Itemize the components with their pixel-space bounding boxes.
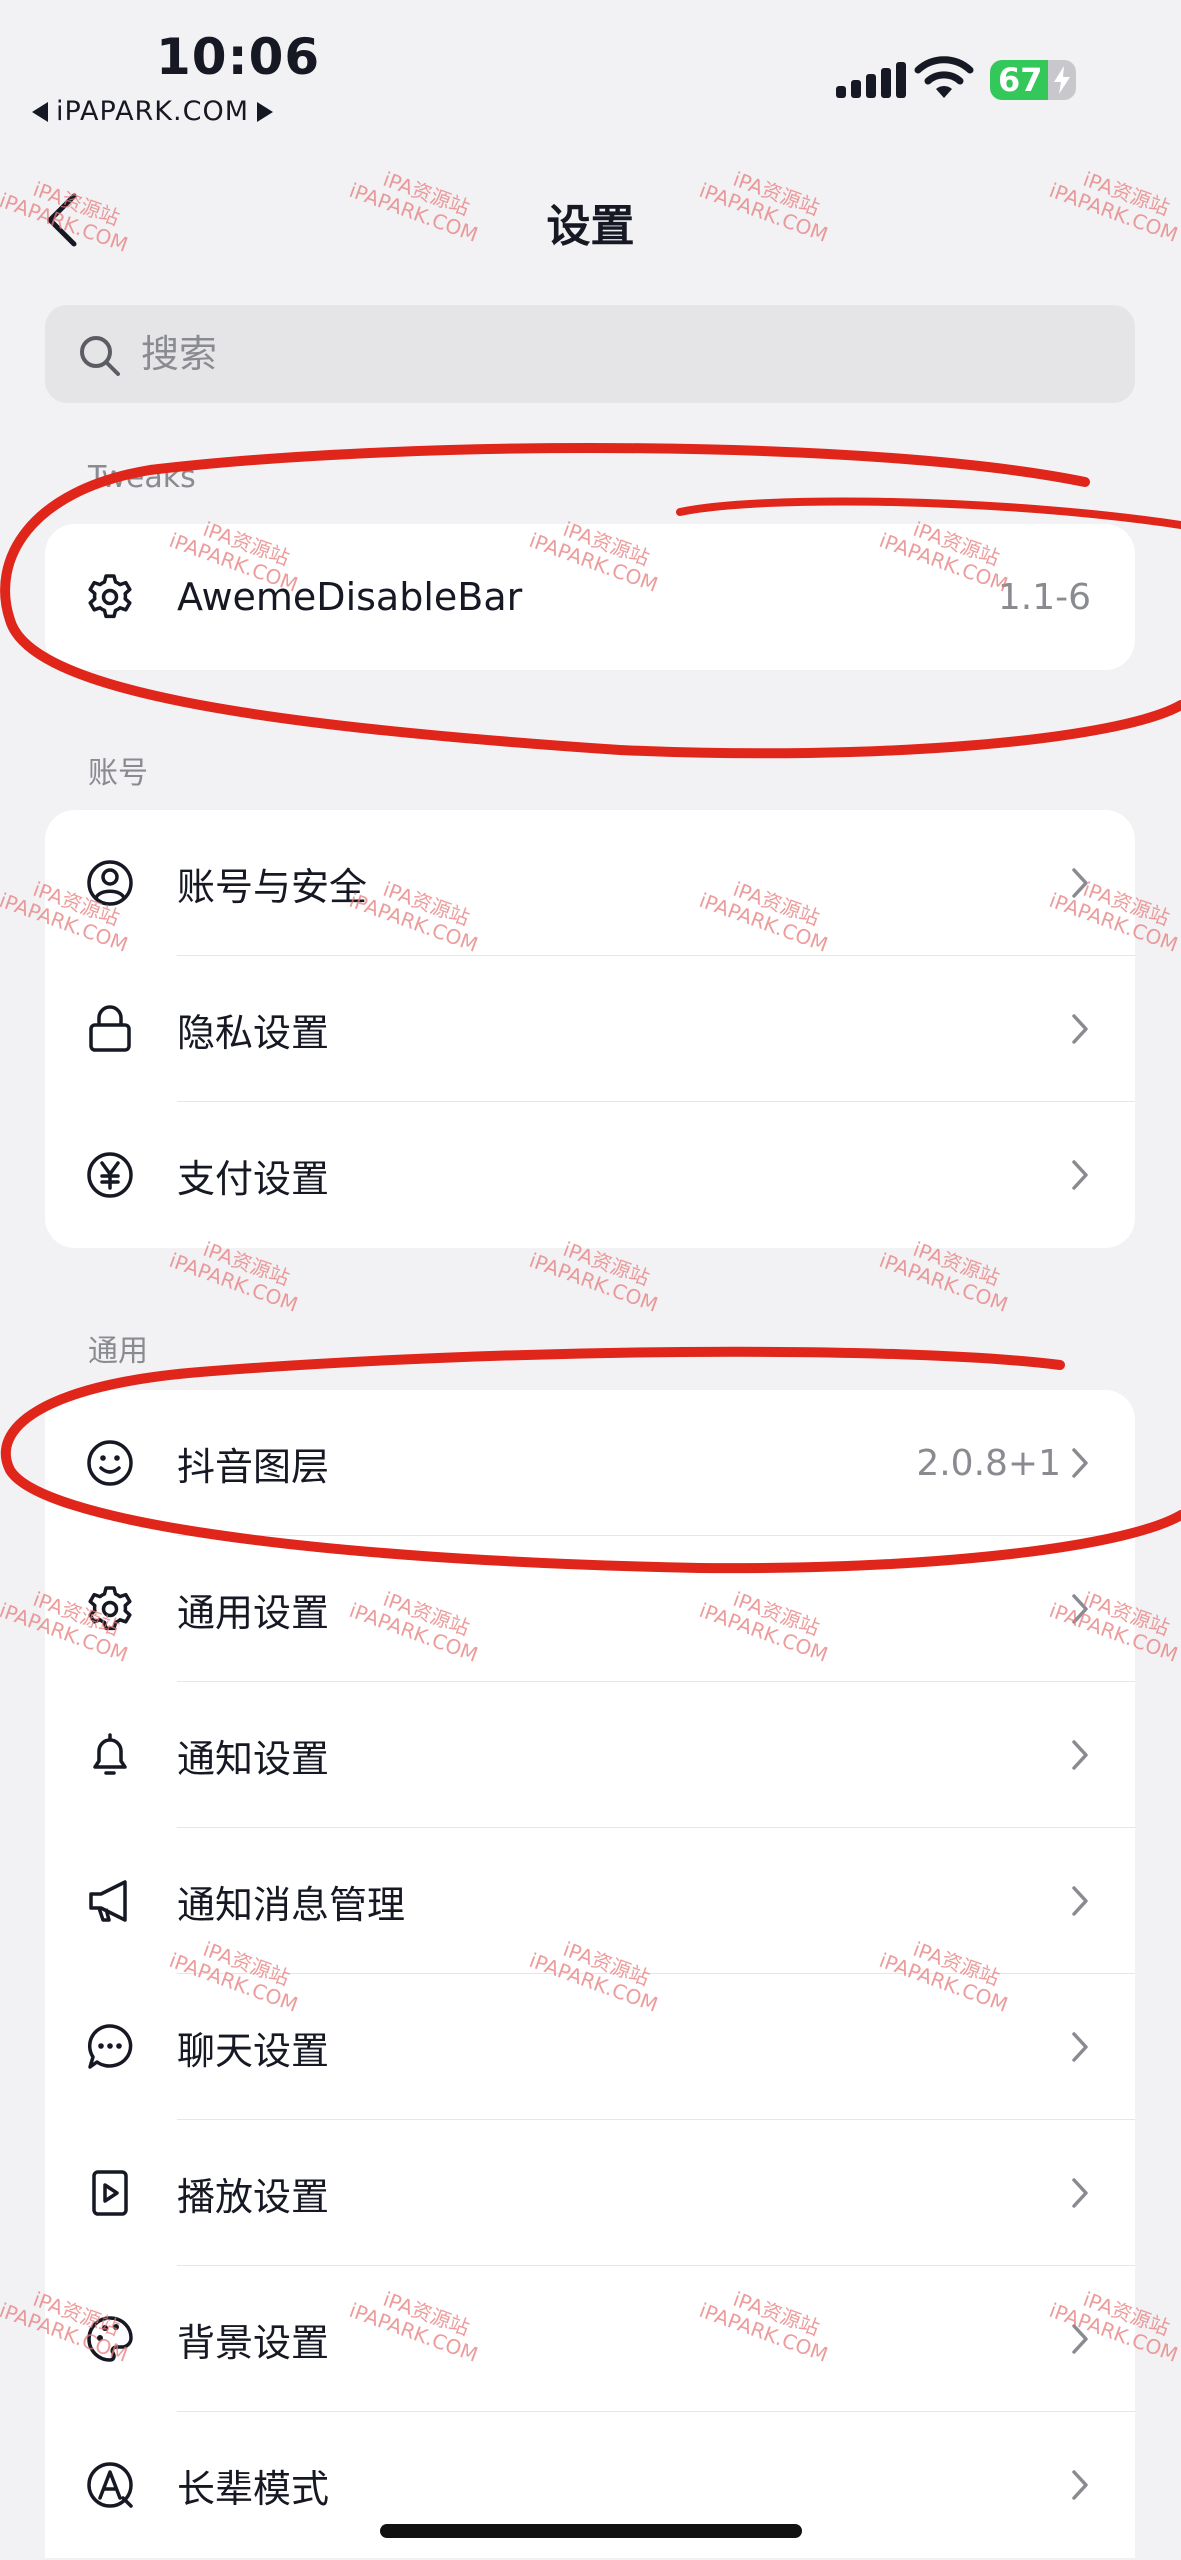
section-label-tweaks: Tweaks (88, 460, 196, 495)
chevron-right-icon (1072, 1014, 1088, 1044)
chevron-right-icon (1072, 2178, 1088, 2208)
section-label-account: 账号 (88, 756, 148, 791)
row-label: 通用设置 (177, 1590, 330, 1635)
chevron-right-icon (1072, 1740, 1088, 1770)
bell-icon (93, 1733, 127, 1775)
row-label: 隐私设置 (177, 1010, 330, 1055)
battery-percent: 67 (998, 61, 1043, 99)
gear-icon (88, 574, 132, 619)
row-label: 通知设置 (177, 1736, 330, 1781)
left-triangle-icon (32, 101, 48, 122)
page-title: 设置 (546, 201, 635, 252)
search-icon (80, 336, 120, 376)
play-icon (92, 2170, 128, 2216)
row-label: 抖音图层 (177, 1444, 330, 1489)
right-triangle-icon (257, 101, 273, 122)
cellular-signal-icon (836, 60, 906, 98)
version-value: 1.1-6 (997, 576, 1091, 618)
search-input[interactable] (141, 305, 1101, 403)
chevron-right-icon (1072, 1886, 1088, 1916)
status-time: 10:06 (156, 28, 321, 86)
chevron-right-icon (1072, 2470, 1088, 2500)
chat-bubble-icon (87, 2024, 133, 2069)
account-card: 账号与安全 隐私设置 支付设置 (45, 810, 1135, 1248)
wifi-icon (914, 56, 974, 98)
row-label: 聊天设置 (177, 2028, 330, 2073)
row-label: AwemeDisableBar (177, 575, 523, 619)
settings-row-background[interactable]: 背景设置 (45, 2266, 1135, 2412)
settings-row-account-security[interactable]: 账号与安全 (45, 810, 1135, 956)
chevron-right-icon (1072, 1448, 1088, 1478)
carrier-back-link[interactable]: iPAPARK.COM (32, 96, 273, 127)
smiley-icon (87, 1440, 133, 1486)
settings-row-general-settings[interactable]: 通用设置 (45, 1536, 1135, 1682)
settings-row-payment[interactable]: 支付设置 (45, 1102, 1135, 1248)
row-label: 账号与安全 (177, 864, 368, 909)
settings-row-privacy[interactable]: 隐私设置 (45, 956, 1135, 1102)
lock-icon (89, 1005, 131, 1052)
carrier-label: iPAPARK.COM (56, 96, 249, 127)
chevron-right-icon (1072, 1160, 1088, 1190)
search-bar[interactable] (45, 305, 1135, 403)
battery-indicator: 67 (990, 60, 1076, 100)
home-indicator (380, 2524, 802, 2538)
row-label: 通知消息管理 (177, 1882, 406, 1927)
row-label: 播放设置 (177, 2174, 330, 2219)
charging-bolt-icon (1054, 66, 1070, 94)
row-label: 背景设置 (177, 2320, 330, 2365)
elder-mode-icon (87, 2462, 133, 2508)
settings-row-douyin-layer[interactable]: 抖音图层 2.0.8+1 (45, 1390, 1135, 1536)
version-value: 2.0.8+1 (916, 1442, 1061, 1484)
row-label: 长辈模式 (177, 2466, 330, 2511)
yen-icon (87, 1152, 133, 1198)
megaphone-icon (89, 1880, 127, 1922)
chevron-right-icon (1072, 2032, 1088, 2062)
section-label-general: 通用 (88, 1334, 148, 1369)
settings-row-playback[interactable]: 播放设置 (45, 2120, 1135, 2266)
settings-row-notifications[interactable]: 通知设置 (45, 1682, 1135, 1828)
row-label: 支付设置 (177, 1156, 330, 1201)
